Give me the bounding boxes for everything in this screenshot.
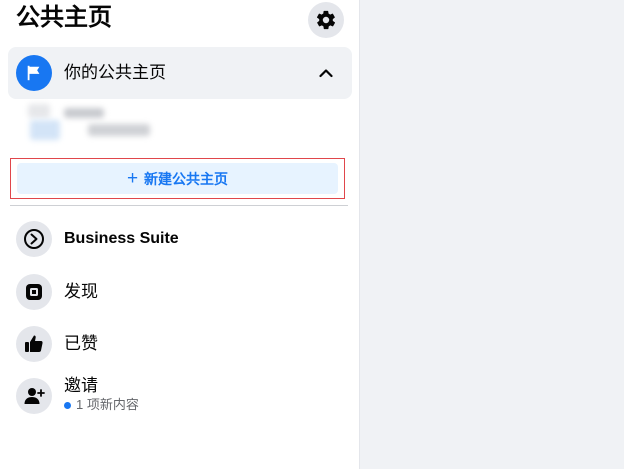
invite-sub-text: 1 项新内容 <box>76 397 139 412</box>
nav-item-business-suite[interactable]: Business Suite <box>8 215 352 263</box>
redacted-thumbnail <box>30 120 60 140</box>
pages-sidebar: 公共主页 你的公共主页 + 新建公共主页 Business Suite 发现 已… <box>0 0 360 469</box>
your-pages-section[interactable]: 你的公共主页 <box>8 47 352 99</box>
business-suite-icon <box>24 229 44 249</box>
page-title: 公共主页 <box>16 4 112 31</box>
thumbs-up-icon <box>25 335 43 352</box>
invite-new-count: 1 项新内容 <box>64 397 139 413</box>
nav-item-invites[interactable]: 邀请 1 项新内容 <box>8 372 352 420</box>
nav-icon-badge <box>16 378 52 414</box>
invite-person-icon <box>24 388 45 404</box>
nav-label: Business Suite <box>64 230 179 247</box>
sidebar-header: 公共主页 <box>0 0 360 40</box>
plus-icon: + <box>126 167 139 189</box>
nav-label: 发现 <box>64 282 98 301</box>
settings-button[interactable] <box>308 2 344 38</box>
owned-page-item-redacted[interactable] <box>28 104 152 146</box>
nav-icon-badge <box>16 221 52 257</box>
nav-item-liked[interactable]: 已赞 <box>8 320 352 368</box>
flag-icon <box>27 65 40 81</box>
your-pages-icon-badge <box>16 55 52 91</box>
nav-label: 已赞 <box>64 334 98 353</box>
gear-icon <box>316 10 336 30</box>
content-area <box>360 0 624 469</box>
divider <box>10 205 348 206</box>
nav-icon-badge <box>16 274 52 310</box>
nav-label: 邀请 <box>64 376 98 395</box>
create-page-label: 新建公共主页 <box>144 170 229 187</box>
redacted-text <box>88 124 150 136</box>
collapse-button[interactable] <box>316 63 336 83</box>
nav-icon-badge <box>16 326 52 362</box>
create-page-highlight: + 新建公共主页 <box>10 158 345 199</box>
your-pages-label: 你的公共主页 <box>64 63 166 82</box>
pages-screen: 公共主页 你的公共主页 + 新建公共主页 Business Suite 发现 已… <box>0 0 624 469</box>
redacted-text <box>64 108 104 118</box>
discover-icon <box>26 284 42 300</box>
chevron-up-icon <box>319 69 333 78</box>
redacted-avatar <box>28 104 50 118</box>
nav-item-discover[interactable]: 发现 <box>8 268 352 316</box>
unread-dot <box>64 401 71 409</box>
create-page-button[interactable]: + 新建公共主页 <box>17 163 338 194</box>
